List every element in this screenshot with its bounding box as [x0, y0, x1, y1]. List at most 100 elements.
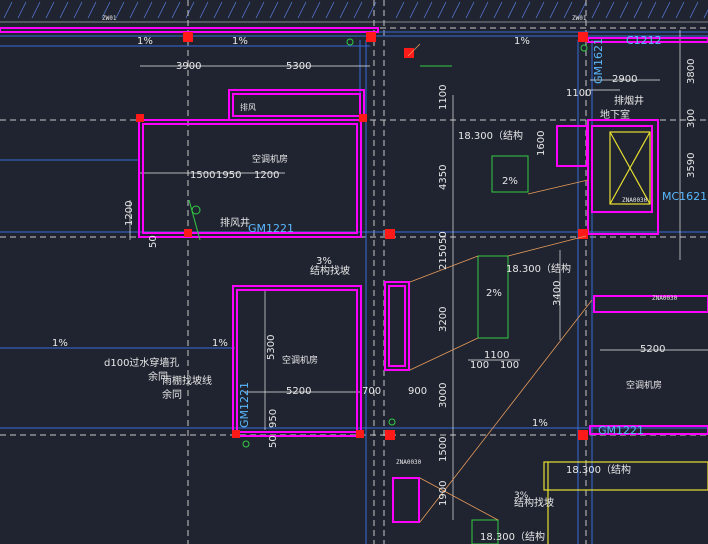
hatch-line — [199, 1, 209, 19]
label-exhaust-shaft: 排风井 — [220, 216, 250, 229]
label-slab-note-b: 余同 — [162, 388, 182, 401]
dim-50-a: 50 — [148, 235, 159, 248]
door-tag-mc1621: MC1621 — [662, 190, 707, 203]
window-tag-c1212: C1212 — [626, 34, 662, 47]
dim-1200-vert: 1200 — [124, 201, 135, 226]
hatch-line — [465, 1, 475, 19]
hatch-line — [311, 1, 321, 19]
hatch-line — [171, 1, 181, 19]
hatch-line — [423, 1, 433, 19]
label-slab-note: 雨棚找坡线 — [162, 374, 212, 387]
slope-label-bottom-shaft: 3% — [514, 491, 529, 501]
dim-1200: 1200 — [254, 170, 279, 181]
dim-4350: 4350 — [438, 165, 449, 190]
hatch-line — [507, 1, 517, 19]
hatch-line — [563, 1, 573, 19]
dim-700: 700 — [362, 386, 381, 397]
hatch-line — [675, 1, 685, 19]
label-room-a: 空调机房 — [252, 153, 288, 165]
hatch-line — [17, 1, 27, 19]
slope-label-box-a: 2% — [502, 176, 518, 187]
hatch-line — [451, 1, 461, 19]
label-basement: 地下室 — [600, 108, 630, 121]
dim-1950: 1950 — [216, 170, 241, 181]
equipment-tag-c: ZNA0030 — [652, 295, 678, 302]
hatch-line — [213, 1, 223, 19]
hatch-line — [409, 1, 419, 19]
hatch-line — [689, 1, 699, 19]
dim-1900: 1900 — [438, 481, 449, 506]
door-tag-gm1221-a: GM1221 — [248, 222, 294, 235]
equipment-tag-b: ZNA0030 — [622, 197, 648, 204]
dim-50-b: 50 — [438, 231, 449, 244]
hatch-line — [619, 1, 629, 19]
drawing-symbols — [191, 38, 588, 448]
door-tag-gm1221-c: GM1221 — [598, 424, 644, 437]
hatch-line — [241, 1, 251, 19]
hatch-line — [647, 1, 657, 19]
hatch-line — [297, 1, 307, 19]
dim-900: 900 — [408, 386, 427, 397]
hatch-line — [493, 1, 503, 19]
dim-1600: 1600 — [536, 131, 547, 156]
hatch-line — [549, 1, 559, 19]
dim-5200: 5200 — [286, 386, 311, 397]
label-room-b: 空调机房 — [282, 354, 318, 366]
elevation-note-a: 18.300（结构 — [458, 129, 523, 142]
hatch-line — [31, 1, 41, 19]
dim-3200: 3200 — [438, 307, 449, 332]
label-room-c: 空调机房 — [626, 379, 662, 391]
label-drain-note: d100过水穿墙孔 — [104, 356, 179, 369]
label-slope-find-a: 结构找坡 — [310, 264, 350, 277]
slope-label-top-left: 1% — [137, 36, 153, 47]
hatch-line — [661, 1, 671, 19]
hatch-line — [395, 1, 405, 19]
dim-1500: 1500 — [190, 170, 215, 181]
dim-5300-mid: 5300 — [266, 335, 277, 360]
label-smoke-shaft: 排烟井 — [614, 94, 644, 107]
hatch-line — [339, 1, 349, 19]
hatch-line — [479, 1, 489, 19]
door-tag-gm1221-b: GM1221 — [238, 382, 251, 428]
hatch-line — [3, 1, 13, 19]
cad-drawing-viewport[interactable]: 1% 1% 1% 1% 1% 1% 3% 2% 2% 3900 5300 150… — [0, 0, 708, 544]
dim-1500-vert: 1500 — [438, 437, 449, 462]
elevation-note-c: 18.300（结构 — [566, 463, 631, 476]
elevation-note-b: 18.300（结构 — [506, 262, 571, 275]
slope-label-mid-left: 1% — [52, 338, 68, 349]
dim-100-b: 100 — [500, 360, 519, 371]
equipment-tag-a: ZNA0030 — [396, 459, 422, 466]
hatch-line — [521, 1, 531, 19]
slope-label-box-b: 2% — [486, 288, 502, 299]
slope-label-mid-center: 1% — [212, 338, 228, 349]
hatch-line — [143, 1, 153, 19]
dim-3590: 3590 — [686, 153, 697, 178]
leader-lines — [407, 43, 593, 523]
equipment-tag-e: ZW01 — [572, 15, 587, 22]
hatch-line — [73, 1, 83, 19]
hatch-line — [633, 1, 643, 19]
dim-950: 950 — [268, 409, 279, 428]
dim-5300-top: 5300 — [286, 61, 311, 72]
hatch-line — [87, 1, 97, 19]
dim-2900: 2900 — [612, 74, 637, 85]
dim-50-c: 50 — [268, 435, 279, 448]
hatch-line — [185, 1, 195, 19]
hatch-line — [437, 1, 447, 19]
door-tag-gm1621: GM1621 — [592, 38, 605, 84]
hatch-line — [283, 1, 293, 19]
hatch-line — [269, 1, 279, 19]
hatch-line — [591, 1, 601, 19]
hatch-line — [115, 1, 125, 19]
dim-100-a: 100 — [470, 360, 489, 371]
hatch-line — [255, 1, 265, 19]
label-fan: 排风 — [240, 102, 256, 112]
dim-2150: 2150 — [438, 245, 449, 270]
hatch-line — [59, 1, 69, 19]
slope-label-top-mid: 1% — [232, 36, 248, 47]
dim-3900: 3900 — [176, 61, 201, 72]
slope-label-bottom-center: 1% — [532, 418, 548, 429]
magenta-walls — [0, 27, 708, 523]
dim-1100-vert: 1100 — [438, 85, 449, 110]
hatch-line — [353, 1, 363, 19]
